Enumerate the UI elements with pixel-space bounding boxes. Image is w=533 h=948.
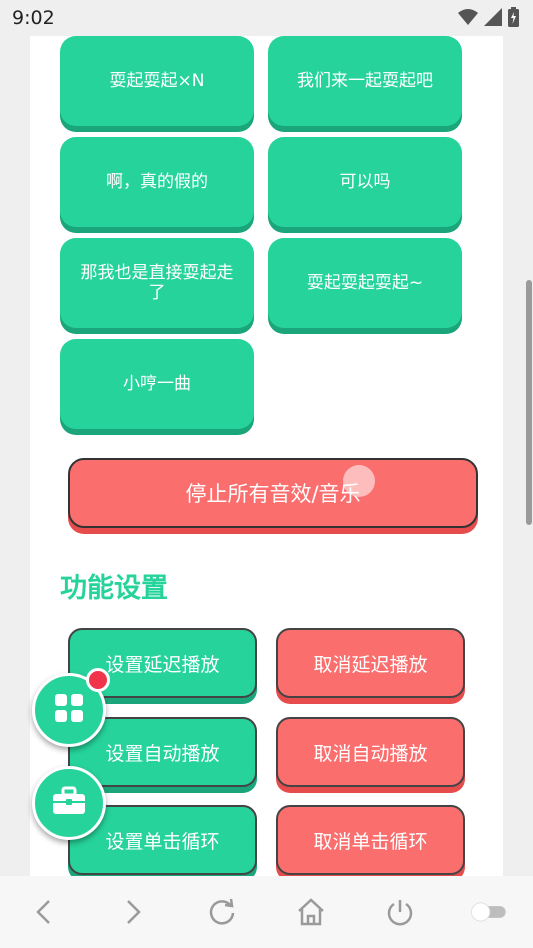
sound-button-5[interactable]: 那我也是直接耍起走了 bbox=[60, 238, 254, 328]
battery-icon bbox=[508, 7, 519, 31]
toolbox-fab[interactable] bbox=[32, 766, 106, 840]
power-icon[interactable] bbox=[380, 892, 420, 932]
touch-indicator bbox=[343, 465, 375, 497]
sound-button-3[interactable]: 啊，真的假的 bbox=[60, 137, 254, 227]
toggle-icon[interactable] bbox=[469, 892, 509, 932]
stop-all-button[interactable]: 停止所有音效/音乐 bbox=[68, 458, 478, 528]
scrollbar[interactable] bbox=[526, 280, 532, 525]
cancel-autoplay-button[interactable]: 取消自动播放 bbox=[276, 717, 465, 787]
sound-button-1[interactable]: 耍起耍起×N bbox=[60, 36, 254, 126]
cancel-delay-button[interactable]: 取消延迟播放 bbox=[276, 628, 465, 698]
toolbox-icon bbox=[52, 786, 86, 820]
sound-button-7[interactable]: 小哼一曲 bbox=[60, 339, 254, 429]
back-icon[interactable] bbox=[24, 892, 64, 932]
cancel-loop-button[interactable]: 取消单击循环 bbox=[276, 805, 465, 875]
notification-badge bbox=[86, 668, 110, 692]
sound-button-4[interactable]: 可以吗 bbox=[268, 137, 462, 227]
status-bar: 9:02 bbox=[0, 0, 533, 36]
status-icons bbox=[458, 7, 519, 31]
bottom-nav-bar bbox=[0, 876, 533, 948]
refresh-icon[interactable] bbox=[202, 892, 242, 932]
sound-button-2[interactable]: 我们来一起耍起吧 bbox=[268, 36, 462, 126]
forward-icon[interactable] bbox=[113, 892, 153, 932]
home-icon[interactable] bbox=[291, 892, 331, 932]
wifi-icon bbox=[458, 8, 478, 30]
sound-button-6[interactable]: 耍起耍起耍起~ bbox=[268, 238, 462, 328]
status-time: 9:02 bbox=[12, 7, 55, 29]
grid-icon bbox=[54, 693, 84, 727]
section-title: 功能设置 bbox=[60, 573, 168, 604]
signal-icon bbox=[484, 8, 502, 30]
